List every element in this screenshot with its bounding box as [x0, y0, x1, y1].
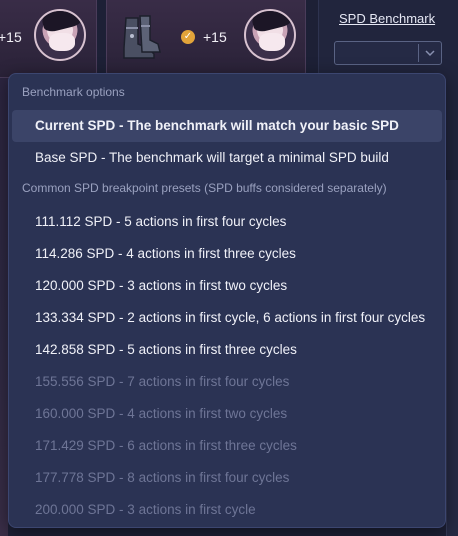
- chevron-down-icon[interactable]: [423, 45, 437, 61]
- spd-preset-option[interactable]: 133.334 SPD - 2 actions in first cycle, …: [12, 302, 442, 334]
- group-label-breakpoint-presets: Common SPD breakpoint presets (SPD buffs…: [22, 181, 387, 195]
- spd-preset-option: 160.000 SPD - 4 actions in first two cyc…: [35, 406, 288, 421]
- spd-preset-option: 177.778 SPD - 8 actions in first four cy…: [35, 470, 290, 485]
- spd-preset-option: 155.556 SPD - 7 actions in first four cy…: [35, 374, 290, 389]
- benchmark-option[interactable]: Current SPD - The benchmark will match y…: [12, 110, 442, 142]
- group-label-benchmark-options: Benchmark options: [22, 85, 125, 99]
- right-lower-panel: [446, 180, 458, 536]
- gold-coin-icon: ✓: [181, 30, 195, 44]
- spd-preset-option: 171.429 SPD - 6 actions in first three c…: [35, 438, 297, 453]
- spd-preset-option[interactable]: 120.000 SPD - 3 actions in first two cyc…: [12, 270, 442, 302]
- benchmark-option[interactable]: Base SPD - The benchmark will target a m…: [12, 142, 442, 174]
- spd-preset-option[interactable]: 142.858 SPD - 5 actions in first three c…: [12, 334, 442, 366]
- spd-benchmark-title[interactable]: SPD Benchmark: [339, 11, 435, 26]
- spd-preset-option: 200.000 SPD - 3 actions in first cycle: [35, 502, 256, 517]
- select-divider: [418, 44, 419, 62]
- boots-relic-icon: [123, 15, 161, 59]
- character-avatar-middle: [244, 9, 296, 61]
- left-column-strip: [0, 78, 8, 536]
- character-avatar-left: [34, 9, 86, 61]
- substat-bonus-left: +15: [0, 29, 22, 45]
- spd-preset-option[interactable]: 114.286 SPD - 4 actions in first three c…: [12, 238, 442, 270]
- spd-benchmark-select[interactable]: [334, 41, 442, 65]
- spd-benchmark-dropdown[interactable]: Benchmark options Current SPD - The benc…: [8, 73, 446, 528]
- spd-preset-option[interactable]: 111.112 SPD - 5 actions in first four cy…: [12, 206, 442, 238]
- substat-bonus-middle: +15: [203, 29, 227, 45]
